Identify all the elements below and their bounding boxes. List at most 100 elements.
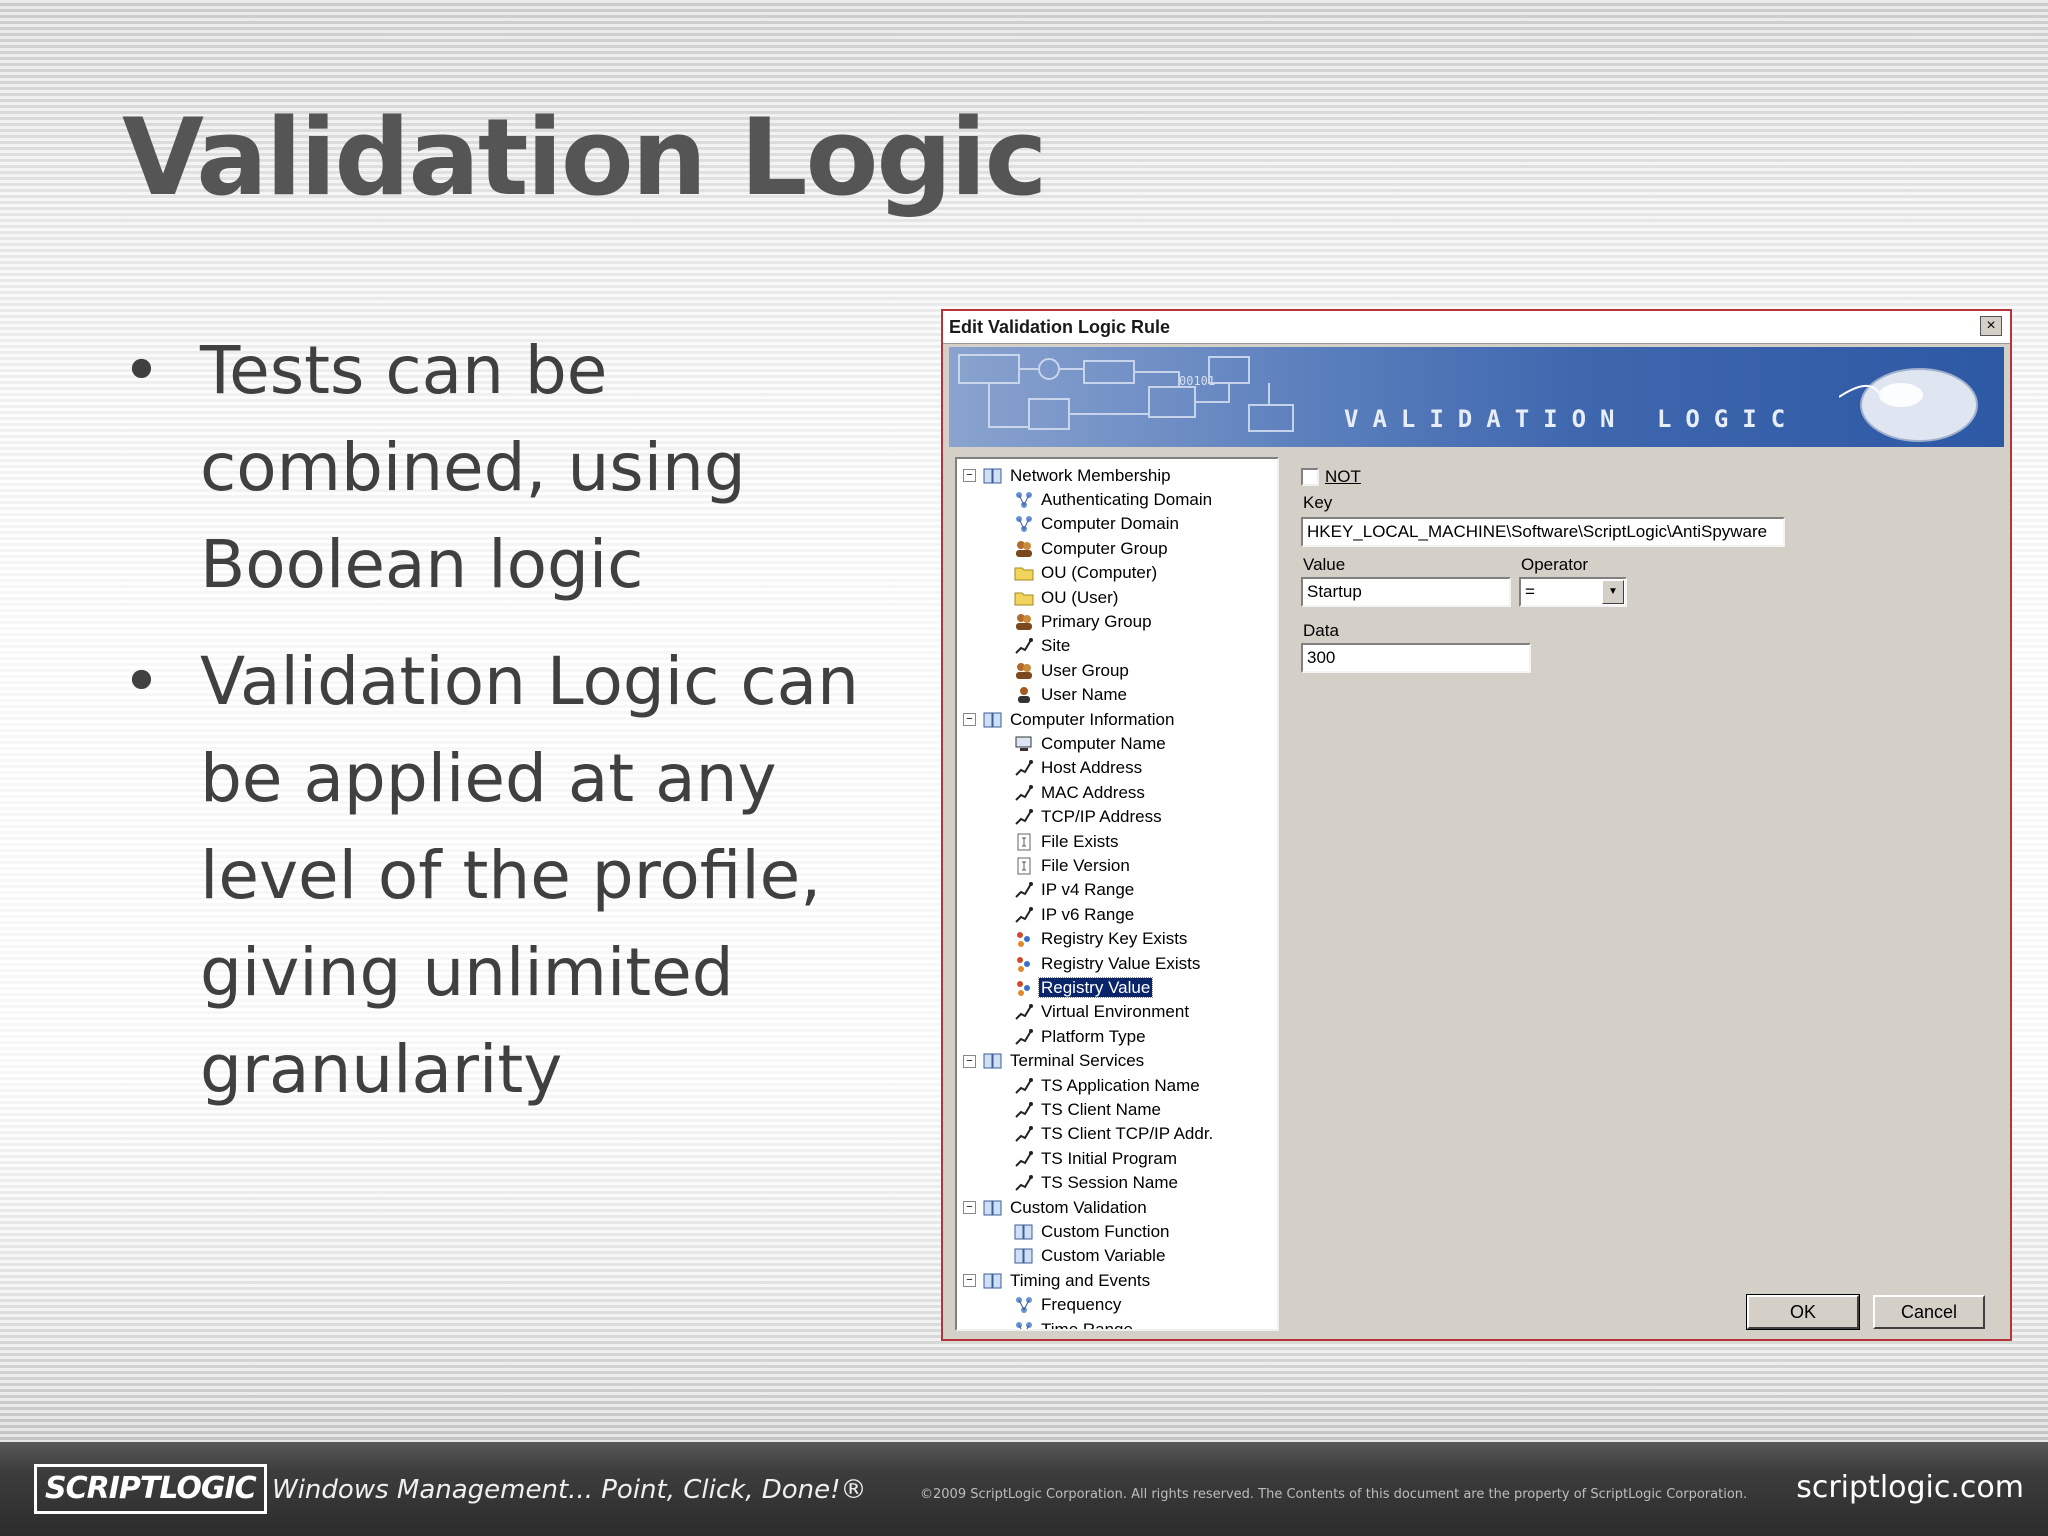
tree-item-label: TS Client Name: [1041, 1099, 1161, 1119]
tree-item[interactable]: OU (Computer): [1013, 561, 1159, 585]
tree-item-label: Host Address: [1041, 758, 1143, 778]
connector-icon: [1013, 1076, 1035, 1096]
tree-item-label: TS Application Name: [1041, 1075, 1200, 1095]
registry-icon: [1013, 954, 1035, 974]
connector-icon: [1013, 1027, 1035, 1047]
computer-icon: [1013, 734, 1035, 754]
value-input[interactable]: Startup: [1301, 577, 1511, 607]
network-icon: [1013, 1320, 1035, 1329]
cancel-button[interactable]: Cancel: [1873, 1295, 1985, 1329]
tree-item[interactable]: User Name: [1013, 683, 1129, 707]
not-checkbox[interactable]: [1301, 468, 1319, 486]
book-icon: [982, 466, 1004, 486]
tree-item-label: Virtual Environment: [1041, 1002, 1190, 1022]
tree-item[interactable]: Computer Domain: [1013, 512, 1181, 536]
collapse-icon[interactable]: −: [963, 469, 976, 483]
validation-tree[interactable]: − Network Membership Authenticating Domain…: [955, 457, 1279, 1331]
tree-item[interactable]: Time Range: [1013, 1317, 1135, 1331]
tree-item[interactable]: TCP/IP Address: [1013, 805, 1164, 829]
data-input[interactable]: 300: [1301, 643, 1531, 673]
footer-site-link[interactable]: scriptlogic.com: [1796, 1470, 2024, 1505]
tree-item[interactable]: − Network Membership: [963, 463, 1173, 487]
book-icon: [982, 1271, 1004, 1291]
tree-item[interactable]: TS Session Name: [1013, 1171, 1180, 1195]
edit-validation-logic-dialog: Edit Validation Logic Rule × 00101 VALID…: [941, 309, 2012, 1341]
tree-item[interactable]: TS Application Name: [1013, 1073, 1202, 1097]
operator-select[interactable]: = ▼: [1519, 577, 1627, 607]
tree-item[interactable]: Virtual Environment: [1013, 1000, 1191, 1024]
connector-icon: [1013, 1100, 1035, 1120]
tree-item[interactable]: TS Client TCP/IP Addr.: [1013, 1122, 1215, 1146]
tree-item[interactable]: Registry Value: [1013, 975, 1154, 999]
tree-item[interactable]: TS Client Name: [1013, 1097, 1163, 1121]
tree-item-label: User Group: [1041, 660, 1129, 680]
tree-item-label: IP v4 Range: [1041, 880, 1135, 900]
tree-item[interactable]: − Custom Validation: [963, 1195, 1149, 1219]
tree-item-label: Primary Group: [1041, 611, 1152, 631]
tree-item[interactable]: Platform Type: [1013, 1024, 1148, 1048]
tree-item[interactable]: − Computer Information: [963, 707, 1176, 731]
tree-item[interactable]: Computer Name: [1013, 731, 1168, 755]
operator-value: =: [1525, 582, 1535, 601]
tree-item[interactable]: Custom Function: [1013, 1219, 1172, 1243]
tree-item[interactable]: − Timing and Events: [963, 1268, 1152, 1292]
connector-icon: [1013, 880, 1035, 900]
tree-item[interactable]: Computer Group: [1013, 536, 1170, 560]
tree-item[interactable]: IP v6 Range: [1013, 902, 1136, 926]
tree-item[interactable]: − Terminal Services: [963, 1049, 1146, 1073]
tree-item-label: File Version: [1041, 855, 1130, 875]
ok-button[interactable]: OK: [1746, 1294, 1860, 1330]
collapse-icon[interactable]: −: [963, 713, 976, 727]
collapse-icon[interactable]: −: [963, 1201, 976, 1215]
tree-item[interactable]: Primary Group: [1013, 609, 1154, 633]
tree-item-label: Registry Value: [1037, 976, 1154, 998]
tree-item-label: User Name: [1041, 685, 1127, 705]
tree-item[interactable]: User Group: [1013, 658, 1131, 682]
tree-item[interactable]: File Exists: [1013, 829, 1120, 853]
tree-item[interactable]: IP v4 Range: [1013, 878, 1136, 902]
tree-item-label: Custom Variable: [1041, 1246, 1166, 1266]
folder-icon: [1013, 563, 1035, 583]
tree-item-label: OU (Computer): [1041, 563, 1158, 583]
tree-item[interactable]: Custom Variable: [1013, 1244, 1167, 1268]
book-icon: [982, 710, 1004, 730]
network-icon: [1013, 1295, 1035, 1315]
tree-item[interactable]: Site: [1013, 634, 1072, 658]
book-icon: [982, 1051, 1004, 1071]
operator-label: Operator: [1521, 555, 1589, 574]
key-label: Key: [1303, 493, 1333, 512]
tree-item-label: Network Membership: [1010, 465, 1171, 485]
tree-item-label: Computer Group: [1041, 538, 1168, 558]
value-label: Value: [1303, 555, 1346, 574]
tree-item[interactable]: Registry Value Exists: [1013, 951, 1202, 975]
tree-item[interactable]: File Version: [1013, 853, 1132, 877]
dialog-titlebar[interactable]: Edit Validation Logic Rule ×: [943, 311, 2010, 344]
close-button[interactable]: ×: [1980, 316, 2002, 336]
footer-bar: SCRIPTLOGIC Windows Management... Point,…: [0, 1442, 2048, 1536]
data-label: Data: [1303, 621, 1339, 640]
tree-item-label: Custom Validation: [1010, 1197, 1147, 1217]
tree-item[interactable]: TS Initial Program: [1013, 1146, 1179, 1170]
tree-item-label: File Exists: [1041, 831, 1119, 851]
collapse-icon[interactable]: −: [963, 1274, 976, 1288]
tree-item-label: Registry Key Exists: [1041, 929, 1188, 949]
tree-item[interactable]: Authenticating Domain: [1013, 487, 1214, 511]
dropdown-arrow-icon[interactable]: ▼: [1602, 580, 1624, 604]
tree-item[interactable]: Frequency: [1013, 1293, 1123, 1317]
tree-item-label: Frequency: [1041, 1295, 1122, 1315]
key-input[interactable]: HKEY_LOCAL_MACHINE\Software\ScriptLogic\…: [1301, 517, 1785, 547]
tree-item[interactable]: MAC Address: [1013, 780, 1147, 804]
footer-copyright: ©2009 ScriptLogic Corporation. All right…: [920, 1487, 1748, 1502]
registry-icon: [1013, 978, 1035, 998]
connector-icon: [1013, 905, 1035, 925]
tree-item[interactable]: Host Address: [1013, 756, 1144, 780]
circuit-graphic: 00101: [958, 354, 1294, 432]
tree-item-label: OU (User): [1041, 587, 1119, 607]
tree-item-label: Time Range: [1041, 1319, 1133, 1331]
tree-item[interactable]: Registry Key Exists: [1013, 927, 1189, 951]
tree-item-label: Site: [1041, 636, 1071, 656]
tree-item-label: Computer Name: [1041, 733, 1166, 753]
tree-item-label: Authenticating Domain: [1041, 489, 1213, 509]
collapse-icon[interactable]: −: [963, 1054, 976, 1068]
tree-item[interactable]: OU (User): [1013, 585, 1120, 609]
